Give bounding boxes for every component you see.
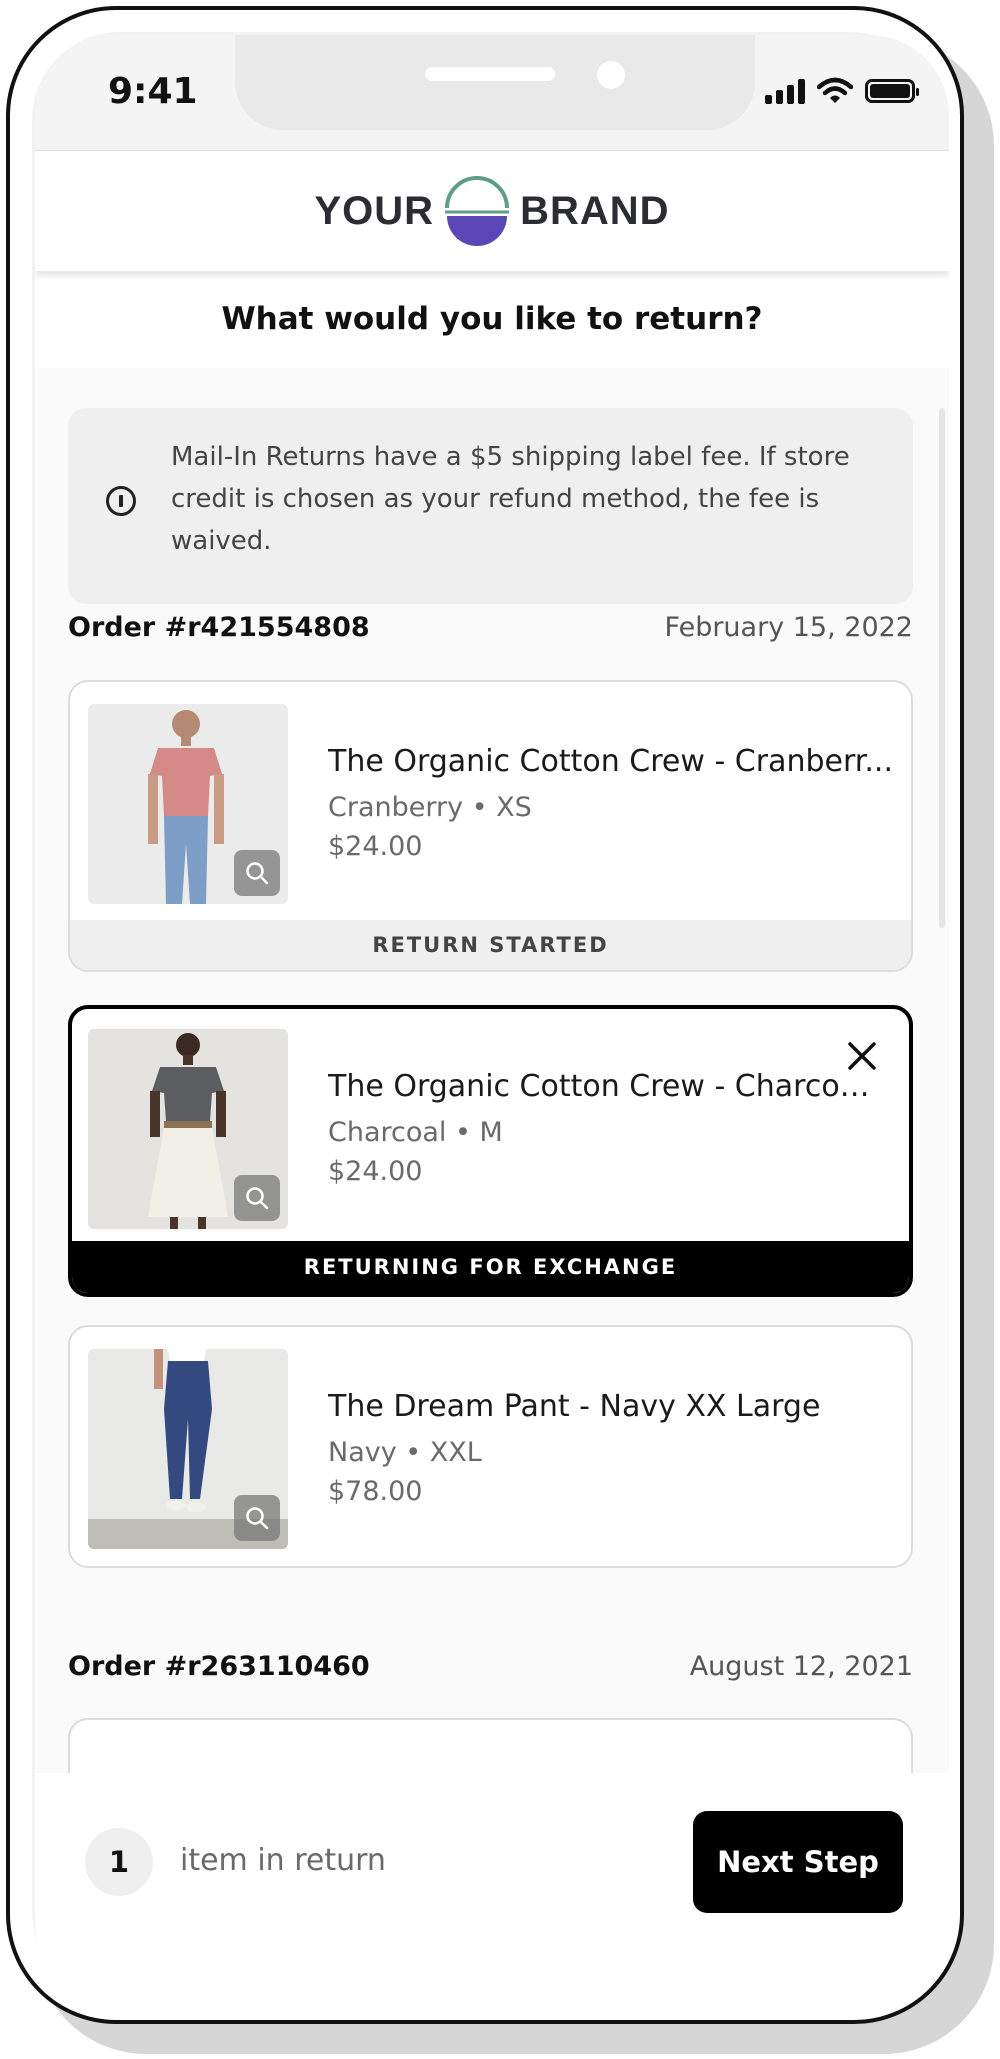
zoom-button[interactable] xyxy=(234,1175,280,1221)
order-number: Order #r263110460 xyxy=(68,1651,370,1682)
item-card-dream-pant[interactable]: The Dream Pant - Navy XX Large Navy • XX… xyxy=(68,1325,913,1568)
close-icon xyxy=(848,1042,876,1070)
item-variant: Navy • XXL xyxy=(328,1437,482,1468)
item-card-charcoal-crew[interactable]: The Organic Cotton Crew - Charcoa... Cha… xyxy=(68,1005,913,1297)
magnifier-icon xyxy=(246,862,269,885)
item-card-cranberry-crew[interactable]: The Organic Cotton Crew - Cranberr... Cr… xyxy=(68,680,913,972)
notch xyxy=(235,35,755,130)
item-price: $24.00 xyxy=(328,831,423,862)
product-image[interactable] xyxy=(88,1029,288,1229)
page-title: What would you like to return? xyxy=(221,301,763,337)
exchange-status-badge: RETURNING FOR EXCHANGE xyxy=(72,1241,909,1293)
status-bar: 9:41 xyxy=(35,35,949,150)
brand-name-left: YOUR xyxy=(314,188,435,233)
product-image[interactable] xyxy=(88,1349,288,1549)
status-icons xyxy=(765,77,919,105)
order-date: February 15, 2022 xyxy=(664,612,913,643)
scrollbar[interactable] xyxy=(939,408,945,928)
battery-icon xyxy=(865,79,919,103)
fee-notice: Mail-In Returns have a $5 shipping label… xyxy=(68,408,913,604)
next-step-button[interactable]: Next Step xyxy=(693,1811,903,1913)
item-count-label: item in return xyxy=(180,1843,386,1878)
brand-logo-icon xyxy=(445,176,510,246)
wifi-icon xyxy=(817,77,853,103)
info-icon xyxy=(106,486,136,516)
zoom-button[interactable] xyxy=(234,1495,280,1541)
magnifier-icon xyxy=(246,1507,269,1530)
order-date: August 12, 2021 xyxy=(689,1651,913,1682)
item-price: $24.00 xyxy=(328,1156,423,1187)
item-variant: Charcoal • M xyxy=(328,1117,503,1148)
brand-name-right: BRAND xyxy=(520,188,670,233)
remove-item-button[interactable] xyxy=(845,1039,879,1073)
return-status-badge: RETURN STARTED xyxy=(70,920,911,970)
item-title: The Organic Cotton Crew - Cranberr... xyxy=(328,744,893,779)
item-title: The Organic Cotton Crew - Charcoa... xyxy=(328,1069,873,1104)
product-image[interactable] xyxy=(88,704,288,904)
item-variant: Cranberry • XS xyxy=(328,792,532,823)
item-title: The Dream Pant - Navy XX Large xyxy=(328,1389,821,1424)
order-header: Order #r421554808 February 15, 2022 xyxy=(68,612,913,643)
phone-screen: 9:41 YOUR BRAND What would you like to r… xyxy=(35,35,949,2000)
title-bar: What would you like to return? xyxy=(35,270,949,369)
order-header: Order #r263110460 August 12, 2021 xyxy=(68,1651,913,1682)
status-time: 9:41 xyxy=(108,71,198,112)
speaker xyxy=(425,67,555,81)
zoom-button[interactable] xyxy=(234,850,280,896)
item-card-partial[interactable] xyxy=(68,1718,913,1773)
return-footer: 1 item in return Next Step xyxy=(35,1773,949,2000)
item-price: $78.00 xyxy=(328,1476,423,1507)
camera xyxy=(597,61,625,89)
item-count-badge: 1 xyxy=(85,1828,153,1896)
notice-text: Mail-In Returns have a $5 shipping label… xyxy=(171,442,850,556)
content-area[interactable]: Mail-In Returns have a $5 shipping label… xyxy=(35,368,949,1773)
order-number: Order #r421554808 xyxy=(68,612,370,643)
magnifier-icon xyxy=(246,1187,269,1210)
brand-header: YOUR BRAND xyxy=(35,150,949,271)
cellular-signal-icon xyxy=(765,78,805,104)
